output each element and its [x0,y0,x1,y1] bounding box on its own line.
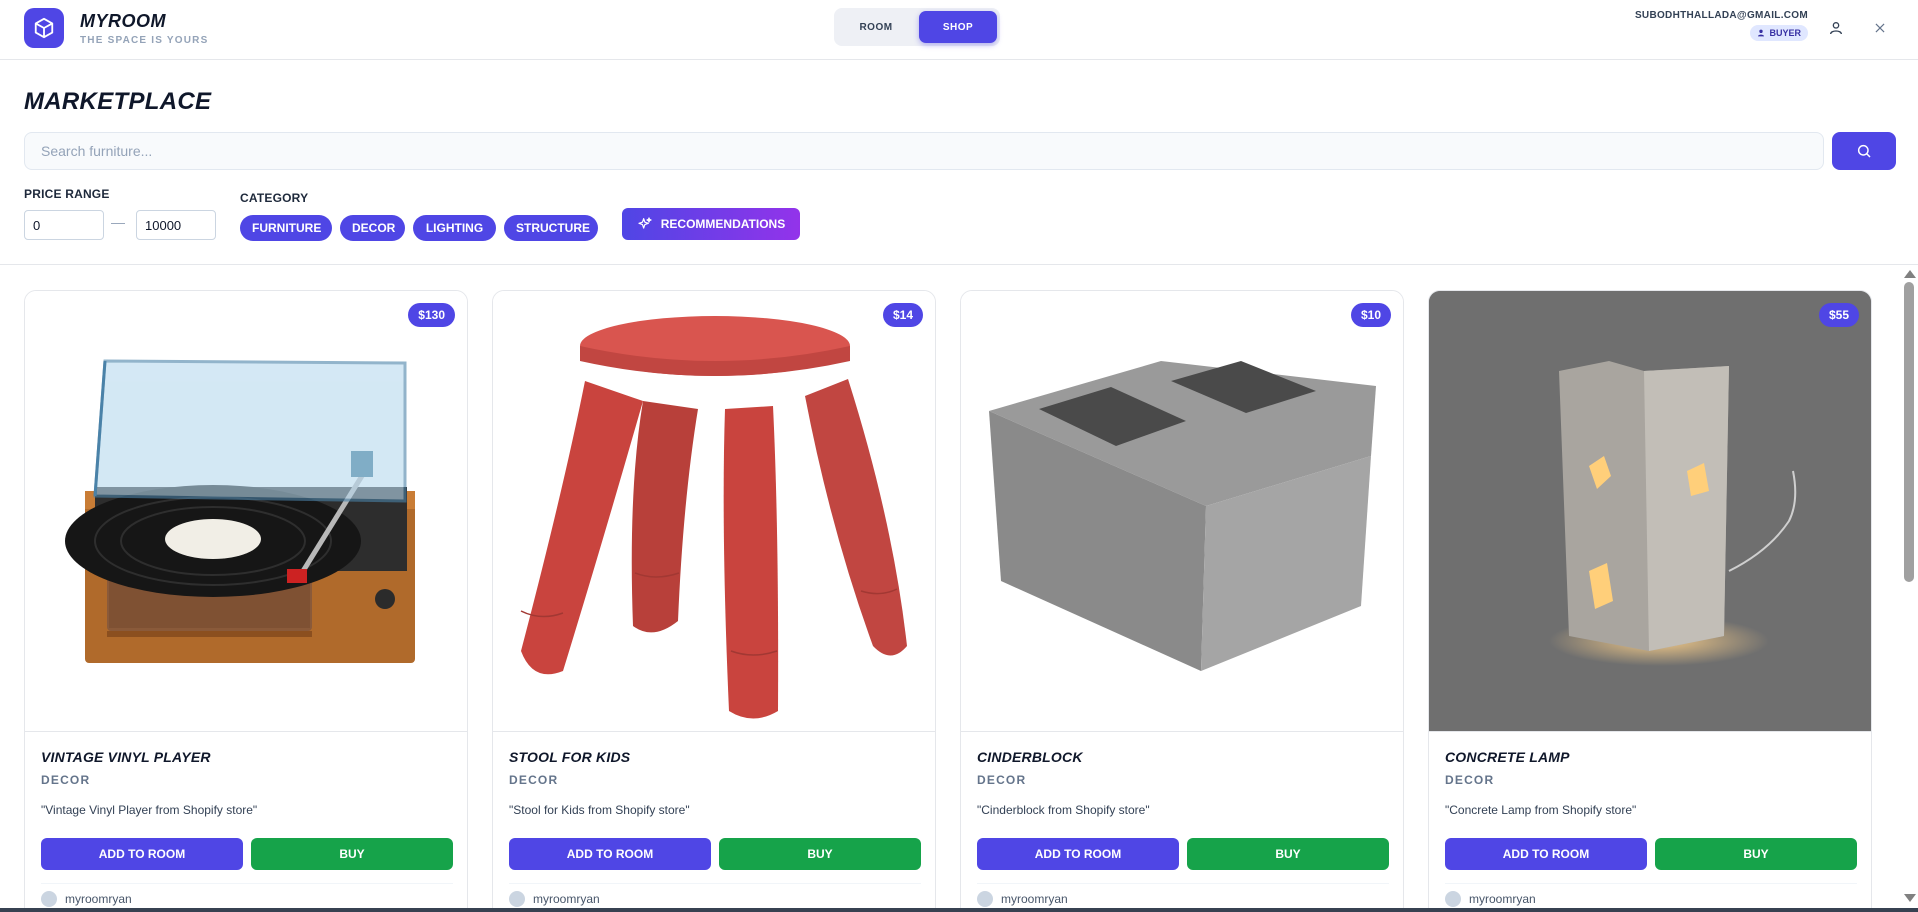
seller-name: myroomryan [533,892,600,906]
add-to-room-button[interactable]: ADD TO ROOM [509,838,711,870]
category-chip-furniture[interactable]: FURNITURE [240,215,332,241]
page-title: MARKETPLACE [24,88,212,115]
product-card[interactable]: $14 STOOL FOR KIDS DECOR "Stool for Kids… [492,290,936,912]
product-image-concrete-lamp[interactable] [1429,291,1871,732]
product-title: VINTAGE VINYL PLAYER [41,749,211,765]
product-card[interactable]: $130 VINTAGE VINYL PLAYER DECOR "Vintage… [24,290,468,912]
card-divider [41,883,453,884]
brand[interactable]: MYROOM THE SPACE IS YOURS [24,8,208,48]
scroll-down-arrow[interactable] [1904,894,1916,902]
product-image-cinderblock[interactable] [961,291,1403,732]
scroll-thumb[interactable] [1904,282,1914,582]
product-title: STOOL FOR KIDS [509,749,631,765]
price-badge: $10 [1350,303,1391,327]
price-separator: — [111,214,125,230]
brand-name: MYROOM [80,10,166,31]
search-input[interactable] [24,132,1824,170]
room-mode-button[interactable]: ROOM [837,11,915,43]
role-badge: BUYER [1750,25,1808,41]
product-image-stool[interactable] [493,291,935,732]
sparkles-icon [638,217,652,229]
user-info: SUBODHTHALLADA@GMAIL.COM BUYER [1635,10,1808,42]
top-header: MYROOM THE SPACE IS YOURS ROOM SHOP SUBO… [0,0,1918,60]
seller-name: myroomryan [1001,892,1068,906]
product-description: "Vintage Vinyl Player from Shopify store… [41,803,258,817]
user-email: SUBODHTHALLADA@GMAIL.COM [1634,10,1808,21]
marketplace-controls: MARKETPLACE PRICE RANGE — CATEGORY FURNI… [0,60,1918,265]
buy-button[interactable]: BUY [1187,838,1389,870]
cube-icon [24,8,64,48]
category-chip-structure[interactable]: STRUCTURE [504,215,598,241]
price-badge: $130 [408,303,455,327]
product-title: CINDERBLOCK [977,749,1083,765]
app-root: MYROOM THE SPACE IS YOURS ROOM SHOP SUBO… [0,0,1918,912]
seller-info[interactable]: myroomryan [41,891,132,907]
product-card[interactable]: $10 CINDERBLOCK DECOR "Cinderblock from … [960,290,1404,912]
product-description: "Cinderblock from Shopify store" [977,803,1150,817]
card-divider [1445,883,1857,884]
user-icon[interactable] [1825,17,1847,39]
category-label: CATEGORY [240,191,309,205]
product-title: CONCRETE LAMP [1445,749,1570,765]
price-range-label: PRICE RANGE [24,187,110,201]
scroll-up-arrow[interactable] [1904,270,1916,278]
category-chip-decor[interactable]: DECOR [340,215,405,241]
shop-mode-button[interactable]: SHOP [919,11,997,43]
card-divider [977,883,1389,884]
user-small-icon [1758,29,1765,37]
role-label: BUYER [1769,28,1801,38]
product-category: DECOR [509,773,559,787]
brand-text: MYROOM THE SPACE IS YOURS [80,11,208,46]
product-grid: $130 VINTAGE VINYL PLAYER DECOR "Vintage… [24,290,1874,912]
add-to-room-button[interactable]: ADD TO ROOM [1445,838,1647,870]
price-min-input[interactable] [24,210,104,240]
product-description: "Concrete Lamp from Shopify store" [1445,803,1637,817]
price-badge: $55 [1818,303,1859,327]
category-chip-lighting[interactable]: LIGHTING [413,215,496,241]
seller-info[interactable]: myroomryan [509,891,600,907]
seller-info[interactable]: myroomryan [977,891,1068,907]
seller-name: myroomryan [1469,892,1536,906]
seller-name: myroomryan [65,892,132,906]
close-icon[interactable] [1869,17,1891,39]
mode-toggle: ROOM SHOP [834,8,1000,46]
search-icon [1857,144,1871,158]
price-badge: $14 [882,303,923,327]
price-max-input[interactable] [136,210,216,240]
recommendations-label: RECOMMENDATIONS [660,217,786,231]
buy-button[interactable]: BUY [251,838,453,870]
avatar [1445,891,1461,907]
brand-tagline: THE SPACE IS YOURS [80,34,209,46]
product-card[interactable]: $55 CONCRETE LAMP DECOR "Concrete Lamp f… [1428,290,1872,912]
avatar [509,891,525,907]
card-divider [509,883,921,884]
add-to-room-button[interactable]: ADD TO ROOM [977,838,1179,870]
seller-info[interactable]: myroomryan [1445,891,1536,907]
buy-button[interactable]: BUY [719,838,921,870]
add-to-room-button[interactable]: ADD TO ROOM [41,838,243,870]
scrollbar[interactable] [1900,268,1918,912]
window-bottom-edge [0,908,1918,912]
avatar [977,891,993,907]
product-image-vinyl-player[interactable] [25,291,467,732]
product-category: DECOR [977,773,1027,787]
product-description: "Stool for Kids from Shopify store" [509,803,690,817]
recommendations-button[interactable]: RECOMMENDATIONS [622,208,800,240]
buy-button[interactable]: BUY [1655,838,1857,870]
product-category: DECOR [41,773,91,787]
product-category: DECOR [1445,773,1495,787]
avatar [41,891,57,907]
search-button[interactable] [1832,132,1896,170]
